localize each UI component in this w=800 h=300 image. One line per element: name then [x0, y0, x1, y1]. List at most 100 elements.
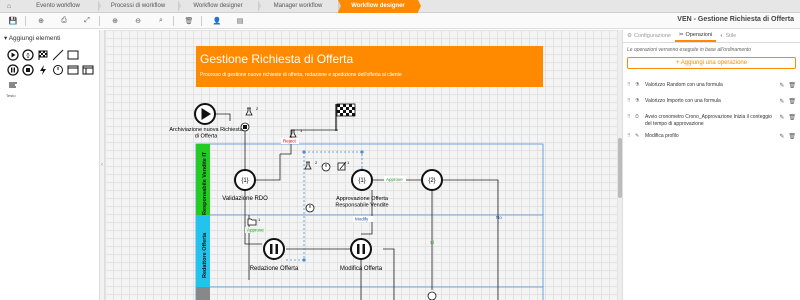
flow-start-to-validation[interactable]: [211, 113, 338, 181]
flask-icon[interactable]: [245, 107, 253, 116]
trash-icon[interactable]: 🗑: [788, 114, 796, 121]
zoom-in-icon[interactable]: ⊕: [105, 14, 125, 28]
tab-manager-workflow[interactable]: Manager workflow: [258, 0, 341, 13]
print-icon[interactable]: ⎙: [54, 14, 74, 28]
text-tool-label: Testo: [6, 93, 16, 98]
flow-label-reject: Reject: [283, 139, 297, 144]
operation-text: Modifica profilo: [645, 133, 679, 139]
operations-list: ⠿ ⚗ Valorizzo Random con una formula ✎ 🗑 …: [623, 79, 800, 146]
operation-text: Valorizzo Importo con una formula: [645, 98, 721, 104]
zoom-out-icon[interactable]: ⊖: [128, 14, 148, 28]
checkered-flag-icon[interactable]: [335, 103, 356, 131]
home-icon[interactable]: ⌂: [0, 0, 18, 13]
drag-handle-icon[interactable]: ⠿: [627, 98, 635, 104]
lane-header-third[interactable]: [196, 287, 210, 300]
flask-icon: ⚗: [635, 82, 640, 88]
palette-header-label: Aggiungi elementi: [8, 35, 61, 42]
tab-stile[interactable]: ◐ Stile: [716, 30, 740, 42]
redazione-label: Redazione Offerta: [250, 266, 299, 272]
palette-icon: ◐: [720, 33, 724, 39]
svg-text:{}: {}: [26, 53, 30, 59]
operation-item[interactable]: ⠿ ⚗ Valorizzo Importo con una formula ✎ 🗑: [623, 95, 800, 111]
blank-slot: [81, 48, 94, 61]
toolbar-divider: [201, 15, 202, 26]
reject-badge-count: 1: [300, 128, 303, 133]
timer-icon[interactable]: [51, 63, 64, 76]
edit-icon[interactable]: ✎: [779, 98, 784, 105]
operations-note: Le operazioni verranno eseguite in base …: [627, 47, 752, 53]
edit-icon[interactable]: ✎: [779, 114, 784, 121]
flask-icon: ⚗: [635, 98, 640, 104]
message-event[interactable]: [240, 122, 250, 132]
operation-item[interactable]: ⠿ ⏱ Avvio cronometro Crono_Approvazione …: [623, 111, 800, 130]
drag-handle-icon[interactable]: ⠿: [627, 133, 635, 139]
timer-icon[interactable]: [321, 162, 331, 172]
timer-icon[interactable]: [305, 203, 315, 213]
edit-icon: ✎: [635, 133, 640, 139]
tab-operazioni[interactable]: ✂ Operazioni: [674, 30, 717, 42]
panel-icon[interactable]: [81, 63, 94, 76]
save-icon[interactable]: 💾: [3, 14, 23, 28]
validazione-label: Validazione RDO: [222, 196, 268, 202]
intermediate-event-icon[interactable]: {}: [21, 48, 34, 61]
document-icon[interactable]: ▤: [230, 14, 250, 28]
bottom-event[interactable]: [427, 291, 437, 300]
lightning-icon[interactable]: [36, 63, 49, 76]
delete-icon[interactable]: 🗑: [179, 14, 199, 28]
trash-icon[interactable]: 🗑: [788, 98, 796, 105]
tab-processi-workflow[interactable]: Processi di workflow: [98, 0, 181, 13]
add-operation-button[interactable]: + Aggiungi una operazione: [627, 57, 796, 69]
text-tool-icon[interactable]: [6, 78, 19, 91]
edit-icon[interactable]: ✎: [779, 133, 784, 140]
diagram-subtitle: Processo di gestione nuove richieste di …: [200, 72, 402, 78]
flask-icon[interactable]: [304, 161, 312, 170]
tab-workflow-designer[interactable]: Workflow designer: [178, 0, 261, 13]
flow-label-no: No: [496, 215, 502, 220]
lane-label-redattore: Redattore Offerta: [202, 232, 208, 278]
connector-icon[interactable]: [51, 48, 64, 61]
selection-handle[interactable]: [302, 258, 306, 262]
tab-configurazione[interactable]: ⚙ Configurazione: [623, 30, 675, 42]
palette-header[interactable]: ▾ Aggiungi elementi: [0, 30, 99, 46]
drag-handle-icon[interactable]: ⠿: [627, 82, 635, 88]
flow-modifica-right[interactable]: [383, 248, 395, 300]
selection-handle[interactable]: [360, 150, 364, 154]
tab-evento-workflow[interactable]: Evento workflow: [18, 0, 101, 13]
start-event[interactable]: [194, 103, 216, 125]
stop-event-icon[interactable]: [21, 63, 34, 76]
redazione-offerta-task[interactable]: [263, 238, 285, 260]
tab-operazioni-label: Operazioni: [685, 32, 713, 38]
start-event-icon[interactable]: [6, 48, 19, 61]
approvazione-label-line: Approvazione Offerta Responsabile Vendite: [335, 196, 388, 209]
elements-palette: ▾ Aggiungi elementi {} Testo: [0, 30, 100, 300]
folder-icon[interactable]: [247, 218, 257, 226]
edit-icon[interactable]: [337, 161, 347, 171]
rectangle-icon[interactable]: [66, 48, 79, 61]
trash-icon[interactable]: 🗑: [788, 82, 796, 89]
modifica-offerta-task[interactable]: [350, 238, 372, 260]
flow-gateway-no[interactable]: [443, 179, 499, 300]
user-icon[interactable]: 👤: [207, 14, 227, 28]
operation-item[interactable]: ⠿ ✎ Modifica profilo ✎ 🗑: [623, 130, 800, 146]
drag-handle-icon[interactable]: ⠿: [627, 114, 635, 120]
trash-icon[interactable]: 🗑: [788, 133, 796, 140]
zoom-reset-icon[interactable]: ⌕: [151, 14, 171, 28]
window-title: VEN - Gestione Richiesta di Offerta: [677, 16, 794, 23]
flag-end-icon[interactable]: [36, 48, 49, 61]
fit-screen-icon[interactable]: ⤢: [77, 14, 97, 28]
operation-text: Avvio cronometro Crono_Approvazione Iniz…: [645, 114, 772, 127]
selection-handle[interactable]: [302, 150, 306, 154]
window-icon[interactable]: [66, 63, 79, 76]
pause-event-icon[interactable]: [6, 63, 19, 76]
designer-toolbar: 💾 ⊕ ⎙ ⤢ ⊕ ⊖ ⌕ 🗑 👤 ▤ VEN - Gestione Richi…: [0, 13, 800, 29]
edit-icon[interactable]: ✎: [779, 82, 784, 89]
modifica-label: Modifica Offerta: [340, 266, 383, 272]
approvazione-task-text: {1}: [358, 178, 365, 184]
tab-workflow-designer-active[interactable]: Workflow designer: [338, 0, 421, 13]
globe-icon[interactable]: ⊕: [31, 14, 51, 28]
tools-icon: ✂: [678, 32, 684, 38]
diagram-canvas[interactable]: Gestione Richiesta di Offerta Processo d…: [105, 30, 618, 300]
start-event-label: Archiviazione nuova Richiesta di Offerta: [169, 127, 243, 140]
operation-item[interactable]: ⠿ ⚗ Valorizzo Random con una formula ✎ 🗑: [623, 79, 800, 95]
toolbar-divider: [99, 15, 100, 26]
